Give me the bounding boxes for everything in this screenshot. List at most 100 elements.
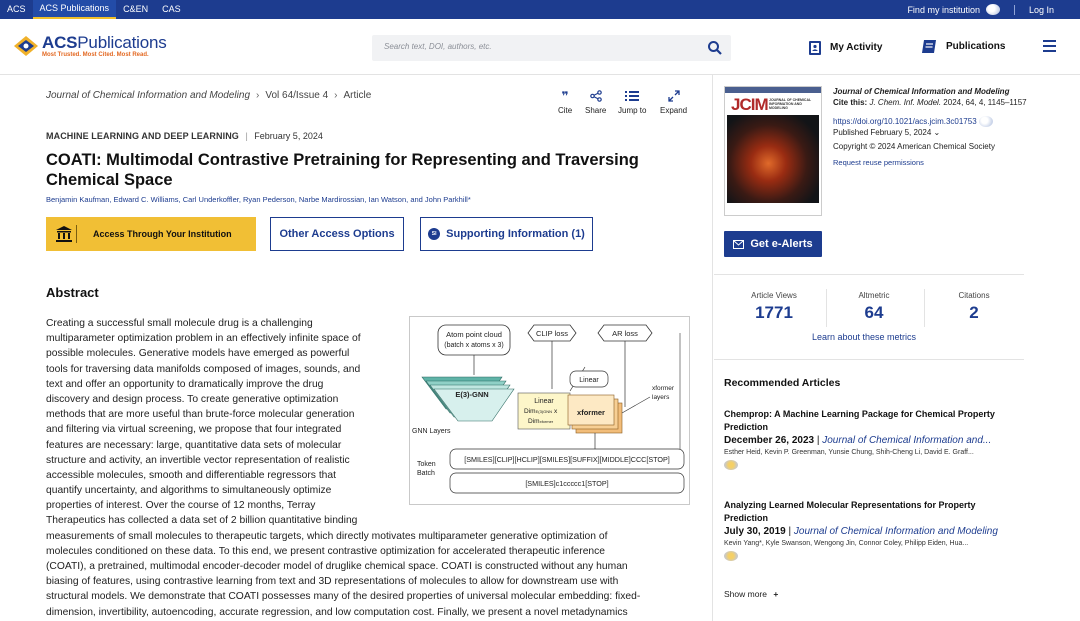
publications-link[interactable]: Publications [921,39,1005,54]
doi-link[interactable]: https://doi.org/10.1021/acs.jcim.3c01753 [833,117,977,126]
topbar-link-cen[interactable]: C&EN [116,0,155,19]
access-through-institution-button[interactable]: Access Through Your Institution [46,217,256,251]
metric-label: Altmetric [858,291,890,300]
logo-main: Publications [77,33,167,52]
metric-value: 2 [969,303,979,322]
altmetric-donut-icon [978,116,993,128]
fig-xformer-layers: xformer [652,385,675,392]
share-button[interactable]: Share [585,90,606,115]
copyright-notice: Copyright © 2024 American Chemical Socie… [833,142,995,152]
fig-batch: Batch [417,470,435,477]
show-more-button[interactable]: Show more + [724,589,778,599]
cite-journal-abbrev: J. Chem. Inf. Model. [869,98,942,107]
expand-button[interactable]: Expand [660,90,687,115]
breadcrumb-issue[interactable]: Vol 64/Issue 4 [265,90,328,101]
metric-value: 64 [864,303,884,322]
clipboard-person-icon [809,41,821,55]
recommended-title[interactable]: Analyzing Learned Molecular Representati… [724,499,1014,524]
hamburger-menu-icon[interactable] [1043,40,1056,52]
search-icon[interactable] [707,40,723,56]
article-section: MACHINE LEARNING AND DEEP LEARNING [46,131,239,141]
cover-artwork [727,115,819,203]
abstract-line: dimension, invertibility, autoencoding, … [46,606,628,618]
recommended-article[interactable]: Analyzing Learned Molecular Representati… [724,499,1014,561]
sidebar-journal-name[interactable]: Journal of Chemical Information and Mode… [833,86,1033,97]
abstract-line: measurements of small molecules to thera… [46,530,608,542]
fig-xformer-layers-2: layers [652,394,670,401]
fig-dim-1-sub: E(3)GNN [536,409,553,414]
publications-label: Publications [946,41,1006,52]
chevron-down-icon[interactable]: ⌄ [934,128,941,137]
cite-button[interactable]: ❞ Cite [558,90,572,115]
topbar-link-cas[interactable]: CAS [155,0,188,19]
fig-gnn-layers: GNN Layers [412,428,451,435]
site-header: ACSPublications Most Trusted. Most Cited… [0,19,1080,75]
abstract-graphic[interactable]: Atom point cloud (batch x atoms x 3) CLI… [409,316,690,505]
learn-about-metrics-link[interactable]: Learn about these metrics [812,332,916,342]
search-placeholder: Search text, DOI, authors, etc. [384,42,492,51]
recommended-journal[interactable]: Journal of Chemical Information and Mode… [794,526,998,537]
institution-building-icon [55,225,77,243]
cover-journal-name: JOURNAL OF CHEMICAL INFORMATION AND MODE… [769,98,812,110]
fig-seq-1: [SMILES][CLIP][HCLIP][SMILES][SUFFIX][MI… [464,455,670,464]
author-list[interactable]: Benjamin Kaufman, Edward C. Williams, Ca… [46,195,471,204]
breadcrumb-current: Article [343,90,372,101]
abstract-line: (COATI), a pretrained, multimodal encode… [46,561,628,572]
article-date: February 5, 2024 [254,131,323,141]
find-institution-link[interactable]: Find my institution [907,5,980,15]
get-e-alerts-button[interactable]: Get e-Alerts [724,231,822,257]
si-badge-icon: SI [428,228,441,240]
institution-icon [985,4,1000,15]
recommended-journal[interactable]: Journal of Chemical Information and... [822,435,991,446]
fig-dim-2: Dim [528,418,540,425]
envelope-icon [733,239,745,249]
cite-this-label: Cite this: [833,98,868,107]
quote-icon: ❞ [561,89,569,103]
metric-citations[interactable]: Citations 2 [924,291,1024,323]
fig-clip-loss: CLIP loss [536,329,568,338]
login-link[interactable]: Log In [1029,5,1054,15]
cite-volume: 2024, 64, 4, 1145–1157 [943,98,1027,107]
topbar-divider [1013,4,1015,15]
search-input[interactable]: Search text, DOI, authors, etc. [372,35,731,61]
topbar-link-acs-publications[interactable]: ACS Publications [32,0,117,19]
metric-value: 1771 [755,303,793,322]
my-activity-link[interactable]: My Activity [808,39,882,56]
jump-to-label: Jump to [618,106,647,115]
recommended-title[interactable]: Chemprop: A Machine Learning Package for… [724,408,1014,433]
chevron-right-icon: › [256,90,260,101]
acs-hexagon-icon [13,35,39,57]
request-reuse-link[interactable]: Request reuse permissions [833,157,1033,168]
published-date[interactable]: Published February 5, 2024 [833,128,931,137]
access-label: Access Through Your Institution [93,229,232,239]
supporting-information-button[interactable]: SI Supporting Information (1) [420,217,593,251]
altmetric-donut-icon[interactable] [724,460,738,470]
share-label: Share [585,106,607,115]
fig-seq-2: [SMILES]c1ccccc1[STOP] [525,479,608,488]
abstract-line: molecules conditioned on these data. To … [46,545,606,557]
breadcrumb: Journal of Chemical Information and Mode… [46,90,371,101]
jump-to-button[interactable]: Jump to [618,90,646,115]
metric-label: Citations [958,291,990,300]
breadcrumb-journal[interactable]: Journal of Chemical Information and Mode… [46,90,250,101]
acs-publications-logo[interactable]: ACSPublications Most Trusted. Most Cited… [13,33,167,59]
sidebar-divider [714,359,1024,360]
fig-atom-cloud-sub: (batch x atoms x 3) [444,342,504,349]
altmetric-donut-icon[interactable] [724,551,738,561]
topbar-link-acs[interactable]: ACS [0,0,33,19]
abstract-line: Therapeutics has collected a data set of… [46,515,358,527]
logo-prefix: ACS [42,33,78,52]
plus-icon: + [773,589,779,599]
journal-cover-image[interactable]: JCIM JOURNAL OF CHEMICAL INFORMATION AND… [724,86,822,216]
list-icon [625,90,640,104]
show-more-label: Show more [724,589,767,599]
fig-xformer: xformer [577,408,605,417]
other-access-options-button[interactable]: Other Access Options [270,217,404,251]
book-icon [922,40,936,53]
fig-token: Token [417,461,436,468]
fig-egnn: E(3)-GNN [455,390,488,399]
metric-altmetric[interactable]: Altmetric 64 [824,291,924,323]
metric-article-views: Article Views 1771 [724,291,824,323]
recommended-article[interactable]: Chemprop: A Machine Learning Package for… [724,408,1014,470]
svg-text:Dimxformer: Dimxformer [528,418,554,425]
